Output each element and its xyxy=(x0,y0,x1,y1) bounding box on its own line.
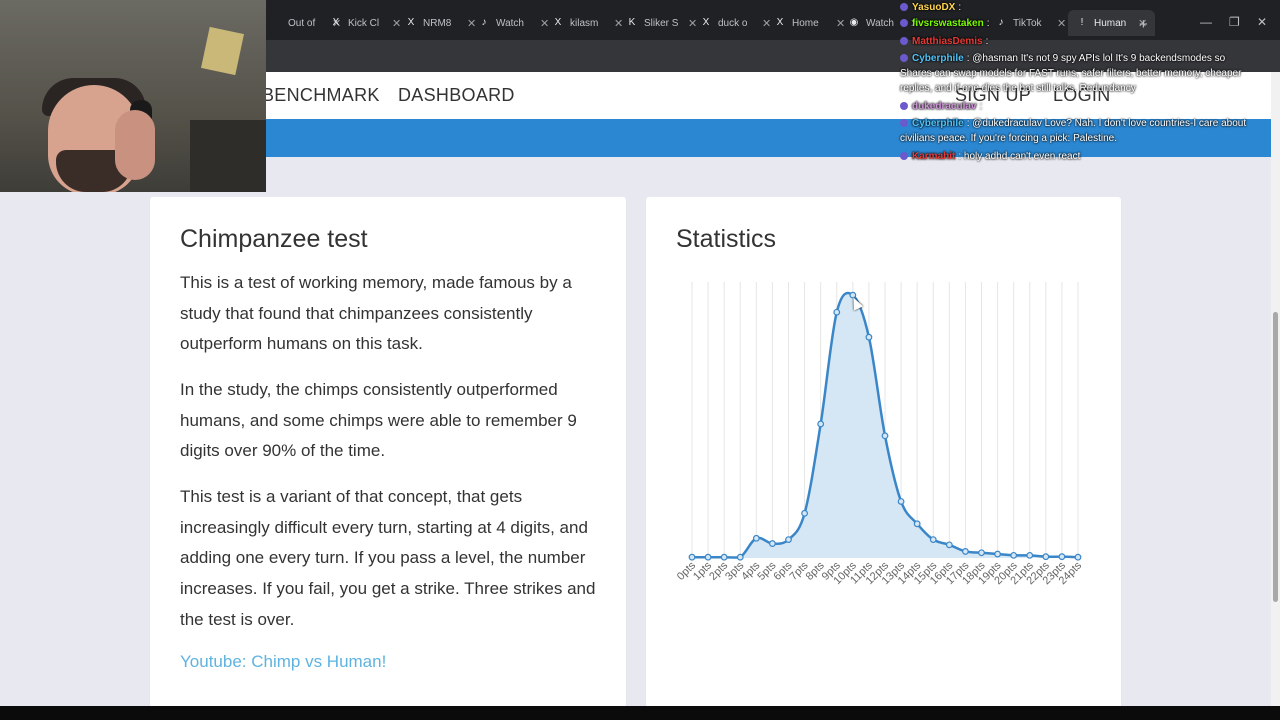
tab-title: kilasm xyxy=(570,17,599,29)
data-point[interactable] xyxy=(752,534,760,542)
tab-favicon-icon: X xyxy=(554,17,562,28)
tab-title: Watch xyxy=(866,17,894,29)
data-point[interactable] xyxy=(1010,551,1018,559)
data-point[interactable] xyxy=(897,498,905,505)
data-point[interactable] xyxy=(1074,553,1082,561)
tab-title: Home xyxy=(792,17,819,29)
scrollbar-thumb[interactable] xyxy=(1273,312,1278,602)
chat-username: dukedraculav xyxy=(912,101,977,112)
data-point[interactable] xyxy=(1058,553,1066,561)
chat-badge-icon xyxy=(900,119,908,128)
data-point[interactable] xyxy=(720,553,728,561)
test-description-card: Chimpanzee test This is a test of workin… xyxy=(150,197,626,717)
chat-badge-icon xyxy=(900,152,908,161)
chat-badge-icon xyxy=(900,3,908,12)
chat-username: fivsrswastaken xyxy=(912,18,984,29)
chat-message: Karmahit: holy adhd can't even react xyxy=(900,149,1250,164)
nav-dashboard[interactable]: DASHBOARD xyxy=(398,85,515,106)
chat-username: Cyberphile xyxy=(912,53,964,64)
chat-username: MatthiasDemis xyxy=(912,36,983,47)
card-title: Chimpanzee test xyxy=(180,225,368,253)
description-paragraph: In the study, the chimps consistently ou… xyxy=(180,380,577,461)
chat-badge-icon xyxy=(900,37,908,46)
chat-message: Cyberphile: @dukedraculav Love? Nah. I d… xyxy=(900,116,1250,146)
data-point[interactable] xyxy=(769,540,776,547)
tab-favicon-icon: ◉ xyxy=(849,17,859,28)
tab-favicon-icon: X xyxy=(332,17,340,28)
taskbar-strip xyxy=(0,706,1280,720)
chat-text: : xyxy=(986,18,990,29)
chat-message: Cyberphile: @hasman It's not 9 spy APIs … xyxy=(900,51,1250,96)
chat-badge-icon xyxy=(900,102,908,111)
score-distribution-chart: 0pts1pts2pts3pts4pts5pts6pts7pts8pts9pts… xyxy=(675,282,1084,587)
tab-title: duck o xyxy=(718,17,748,29)
tab-close-icon[interactable]: ✕ xyxy=(688,17,697,30)
youtube-link[interactable]: Youtube: Chimp vs Human! xyxy=(180,652,386,672)
data-point[interactable] xyxy=(929,536,937,544)
chat-text: : holy adhd can't even react xyxy=(958,151,1081,162)
tab-title: Out of xyxy=(288,17,316,29)
tab-close-icon[interactable]: ✕ xyxy=(614,17,623,30)
close-window-icon[interactable]: ✕ xyxy=(1257,15,1267,29)
data-point[interactable] xyxy=(817,420,825,428)
data-point[interactable] xyxy=(962,548,969,555)
tab-favicon-icon: X xyxy=(702,17,710,28)
tab-close-icon[interactable]: ✕ xyxy=(392,17,401,30)
tab-favicon-icon: X xyxy=(407,17,415,28)
data-point[interactable] xyxy=(881,432,889,440)
description-paragraph: This test is a variant of that concept, … xyxy=(180,487,596,629)
browser-tab[interactable]: ♪ Watch ✕ xyxy=(478,10,550,36)
data-point[interactable] xyxy=(833,308,841,316)
tab-favicon-icon: K xyxy=(628,17,636,28)
data-point[interactable] xyxy=(801,509,808,517)
data-point[interactable] xyxy=(994,550,1001,558)
tab-close-icon[interactable]: ✕ xyxy=(540,17,549,30)
browser-tab[interactable]: K Sliker S ✕ xyxy=(626,10,698,36)
tab-title: Sliker S xyxy=(644,17,678,29)
chat-badge-icon xyxy=(900,54,908,63)
tab-favicon-icon: X xyxy=(776,17,784,28)
tab-close-icon[interactable]: ✕ xyxy=(762,17,771,30)
chat-message: fivsrswastaken: xyxy=(900,16,1250,31)
nav-benchmark[interactable]: BENCHMARK xyxy=(262,85,380,106)
tab-favicon-icon: ♪ xyxy=(481,17,487,28)
browser-tab[interactable]: Xduck o ✕ xyxy=(700,10,772,36)
streamer-hand xyxy=(115,110,155,180)
data-point[interactable] xyxy=(785,536,792,544)
data-point[interactable] xyxy=(704,553,712,561)
data-point[interactable] xyxy=(1026,551,1034,559)
chat-text: : xyxy=(979,101,983,112)
data-point[interactable] xyxy=(978,549,985,557)
tab-close-icon[interactable]: ✕ xyxy=(836,17,845,30)
browser-tab[interactable]: X Home ✕ xyxy=(774,10,846,36)
data-point[interactable] xyxy=(865,333,873,341)
browser-tab[interactable]: X NRM8 ✕ xyxy=(405,10,477,36)
chat-badge-icon xyxy=(900,19,908,28)
webcam-overlay xyxy=(0,0,266,192)
browser-tab[interactable]: Xkilasm ✕ xyxy=(552,10,624,36)
chat-username: YasuoDX xyxy=(912,2,956,13)
tab-close-icon[interactable]: ✕ xyxy=(467,17,476,30)
tab-title: Watch xyxy=(496,17,524,29)
data-point[interactable] xyxy=(1042,553,1050,561)
chat-message: MatthiasDemis: xyxy=(900,34,1250,49)
card-title: Statistics xyxy=(676,225,777,253)
chair xyxy=(190,120,266,192)
chat-message: dukedraculav: xyxy=(900,99,1250,114)
browser-tab[interactable]: X Kick Cl ✕ xyxy=(330,10,402,36)
description-paragraph: This is a test of working memory, made f… xyxy=(180,273,572,354)
chat-text: : xyxy=(985,36,989,47)
tab-title: NRM8 xyxy=(423,17,452,29)
data-point[interactable] xyxy=(945,541,953,549)
tab-title: Kick Cl xyxy=(348,17,380,29)
tab-favicon-icon xyxy=(270,17,282,29)
chat-username: Cyberphile xyxy=(912,118,964,129)
data-point[interactable] xyxy=(736,553,744,561)
chat-text: : xyxy=(958,2,962,13)
data-point[interactable] xyxy=(688,553,696,561)
chat-username: Karmahit xyxy=(912,151,956,162)
chat-message: YasuoDX: xyxy=(900,0,1250,15)
data-point[interactable] xyxy=(913,520,921,528)
